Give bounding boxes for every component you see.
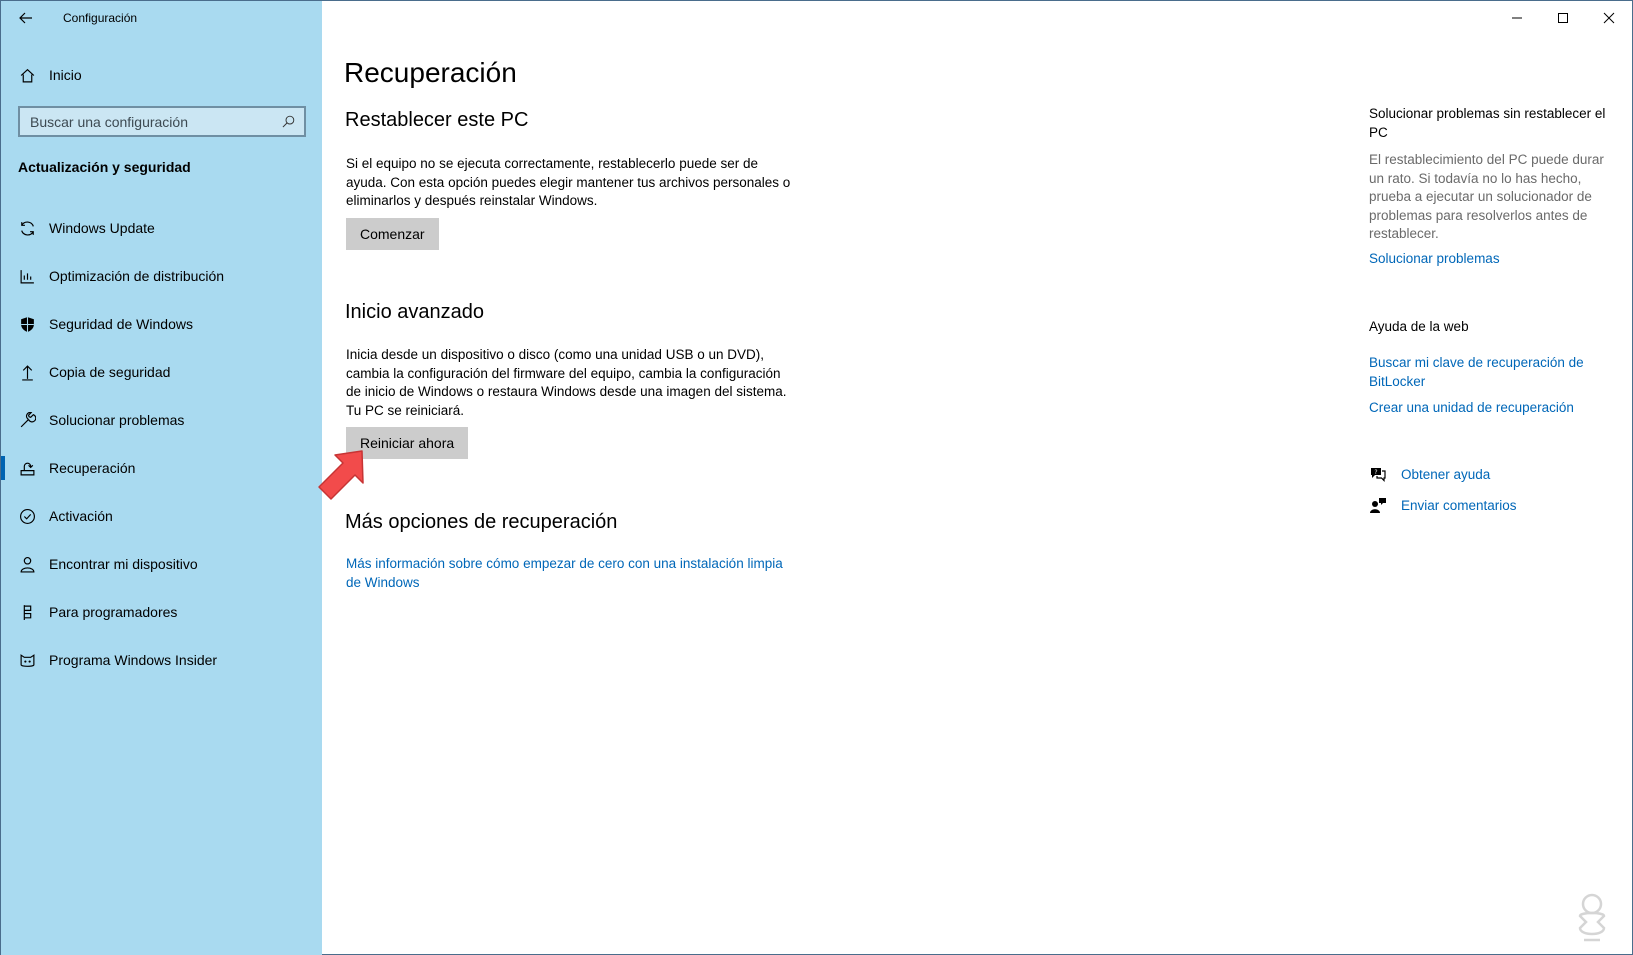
advanced-heading: Inicio avanzado	[345, 301, 484, 323]
recovery-icon	[18, 459, 36, 477]
sidebar-item-recovery[interactable]: Recuperación	[1, 444, 322, 492]
sidebar-item-backup[interactable]: Copia de seguridad	[1, 348, 322, 396]
search-icon[interactable]	[282, 115, 296, 129]
sync-icon	[18, 219, 36, 237]
advanced-description: Inicia desde un dispositivo o disco (com…	[346, 347, 787, 418]
sidebar-item-windows-security[interactable]: Seguridad de Windows	[1, 300, 322, 348]
reset-description: Si el equipo no se ejecuta correctamente…	[346, 156, 791, 208]
minimize-icon	[1512, 17, 1522, 19]
settings-window: Configuración Inicio Actualización y seg…	[0, 0, 1633, 955]
svg-text:?: ?	[1374, 469, 1377, 476]
backup-arrow-icon	[18, 363, 36, 381]
nav-list: Windows Update Optimización de distribuc…	[1, 204, 322, 684]
check-circle-icon	[18, 507, 36, 525]
insider-cat-icon	[18, 651, 36, 669]
sidebar-item-label: Seguridad de Windows	[49, 316, 193, 332]
sidebar-item-label: Para programadores	[49, 604, 178, 620]
minimize-button[interactable]	[1494, 1, 1540, 35]
send-feedback-link[interactable]: Enviar comentarios	[1369, 496, 1517, 514]
nav-home[interactable]: Inicio	[1, 56, 322, 94]
get-help-link[interactable]: ? Obtener ayuda	[1369, 465, 1490, 483]
section-title: Actualización y seguridad	[18, 159, 191, 175]
start-reset-button[interactable]: Comenzar	[346, 218, 439, 250]
sidebar-item-delivery-optimization[interactable]: Optimización de distribución	[1, 252, 322, 300]
send-feedback-label: Enviar comentarios	[1401, 497, 1517, 513]
sidebar-item-label: Optimización de distribución	[49, 268, 225, 284]
shield-icon	[18, 315, 36, 333]
maximize-icon	[1558, 13, 1568, 23]
home-icon	[18, 66, 36, 84]
feedback-person-icon	[1369, 496, 1387, 514]
sidebar-item-label: Encontrar mi dispositivo	[49, 556, 198, 572]
wrench-icon	[18, 411, 36, 429]
sidebar-item-find-device[interactable]: Encontrar mi dispositivo	[1, 540, 322, 588]
more-options-heading: Más opciones de recuperación	[345, 511, 618, 533]
nav-home-label: Inicio	[49, 67, 82, 83]
back-button[interactable]	[1, 1, 51, 35]
clean-install-link[interactable]: Más información sobre cómo empezar de ce…	[346, 555, 786, 592]
close-icon	[1603, 12, 1615, 24]
bitlocker-key-link[interactable]: Buscar mi clave de recuperación de BitLo…	[1369, 354, 1614, 391]
sidebar-item-label: Copia de seguridad	[49, 364, 171, 380]
app-title: Configuración	[63, 11, 138, 25]
search-box[interactable]	[18, 106, 306, 137]
reset-heading: Restablecer este PC	[345, 109, 529, 131]
developer-icon	[18, 603, 36, 621]
search-input[interactable]	[30, 113, 282, 130]
recovery-drive-link[interactable]: Crear una unidad de recuperación	[1369, 399, 1614, 418]
sidebar-item-windows-update[interactable]: Windows Update	[1, 204, 322, 252]
sidebar-item-insider[interactable]: Programa Windows Insider	[1, 636, 322, 684]
maximize-button[interactable]	[1540, 1, 1586, 35]
sidebar-item-label: Windows Update	[49, 220, 155, 236]
sidebar-item-label: Recuperación	[49, 460, 136, 476]
title-bar: Configuración	[1, 1, 322, 35]
sidebar-item-activation[interactable]: Activación	[1, 492, 322, 540]
web-help-heading: Ayuda de la web	[1369, 319, 1469, 334]
sidebar: Configuración Inicio Actualización y seg…	[1, 1, 322, 955]
sidebar-item-label: Solucionar problemas	[49, 412, 185, 428]
red-arrow-icon	[318, 450, 364, 500]
watermark-logo-icon	[1578, 893, 1606, 942]
get-help-label: Obtener ayuda	[1401, 466, 1491, 482]
close-button[interactable]	[1586, 1, 1632, 35]
back-arrow-icon	[19, 12, 32, 24]
sidebar-item-troubleshoot[interactable]: Solucionar problemas	[1, 396, 322, 444]
help-chat-icon: ?	[1369, 465, 1387, 483]
sidebar-item-label: Programa Windows Insider	[49, 652, 218, 668]
troubleshoot-text: El restablecimiento del PC puede durar u…	[1369, 152, 1604, 241]
sidebar-item-developers[interactable]: Para programadores	[1, 588, 322, 636]
sidebar-item-label: Activación	[49, 508, 113, 524]
window-controls	[1494, 1, 1632, 35]
page-title: Recuperación	[344, 57, 517, 88]
delivery-optimization-icon	[18, 267, 36, 285]
troubleshoot-heading: Solucionar problemas sin restablecer el …	[1369, 106, 1606, 140]
person-locate-icon	[18, 555, 36, 573]
troubleshoot-link[interactable]: Solucionar problemas	[1369, 250, 1614, 269]
